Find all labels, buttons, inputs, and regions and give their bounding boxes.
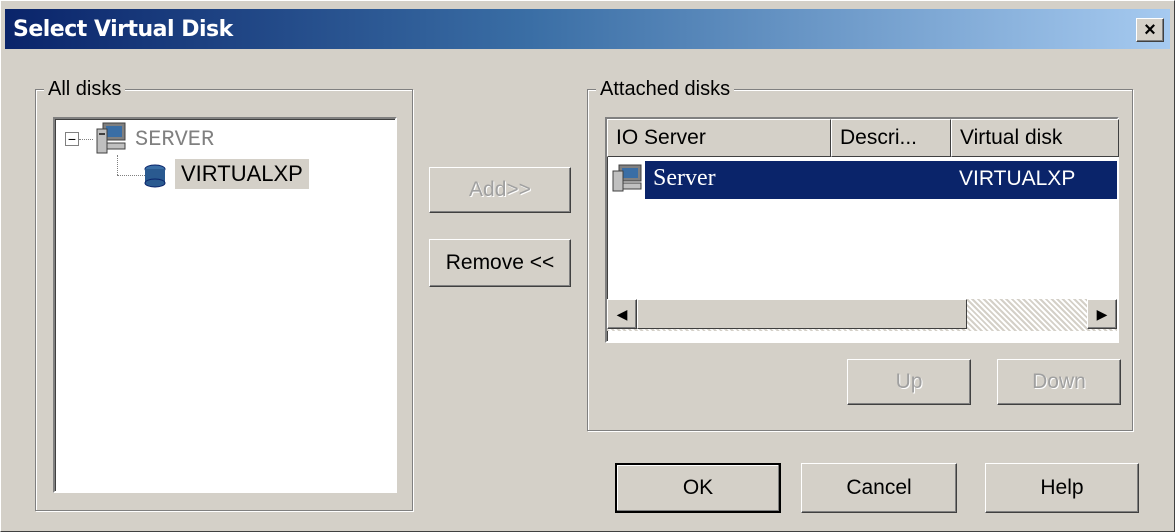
tree-connector	[117, 155, 118, 175]
computer-icon	[612, 164, 642, 192]
select-virtual-disk-dialog: Select Virtual Disk × All disks − SERVER	[0, 0, 1175, 532]
tree-item-virtualxp-label: VIRTUALXP	[175, 159, 309, 189]
tree-connector	[79, 139, 93, 140]
cell-io-server: Server	[653, 165, 716, 191]
title-bar[interactable]: Select Virtual Disk ×	[5, 9, 1170, 49]
cell-virtual-disk: VIRTUALXP	[959, 167, 1076, 190]
close-button[interactable]: ×	[1136, 18, 1164, 42]
help-button[interactable]: Help	[985, 463, 1139, 513]
down-button[interactable]: Down	[997, 359, 1121, 405]
scroll-left-button[interactable]: ◀	[607, 299, 637, 329]
scrollbar-thumb[interactable]	[637, 299, 967, 329]
column-header-virtual-disk[interactable]: Virtual disk	[951, 119, 1119, 157]
scroll-left-icon: ◀	[616, 306, 628, 322]
cancel-button[interactable]: Cancel	[801, 463, 957, 513]
ok-button[interactable]: OK	[615, 463, 781, 513]
horizontal-scrollbar[interactable]: ◀ ▶	[607, 299, 1117, 331]
column-header-description[interactable]: Descri...	[831, 119, 951, 157]
attached-disks-label: Attached disks	[596, 76, 735, 102]
scroll-right-icon: ▶	[1096, 306, 1108, 322]
disk-tree[interactable]: − SERVER VIRTUALXP	[53, 117, 397, 493]
add-button[interactable]: Add>>	[429, 167, 571, 213]
tree-item-server-label: SERVER	[135, 127, 215, 152]
tree-connector	[117, 175, 145, 176]
computer-icon	[96, 122, 126, 154]
window-title: Select Virtual Disk	[13, 17, 233, 42]
close-icon: ×	[1144, 19, 1156, 41]
up-button[interactable]: Up	[847, 359, 971, 405]
column-header-io-server[interactable]: IO Server	[607, 119, 831, 157]
table-row[interactable]: Server VIRTUALXP	[645, 161, 1117, 199]
collapse-toggle[interactable]: −	[65, 132, 79, 146]
disk-icon	[144, 164, 166, 188]
remove-button[interactable]: Remove <<	[429, 239, 571, 287]
attached-disks-list[interactable]: IO Server Descri... Virtual disk Server …	[605, 117, 1119, 343]
all-disks-label: All disks	[44, 76, 126, 102]
scroll-right-button[interactable]: ▶	[1087, 299, 1117, 329]
